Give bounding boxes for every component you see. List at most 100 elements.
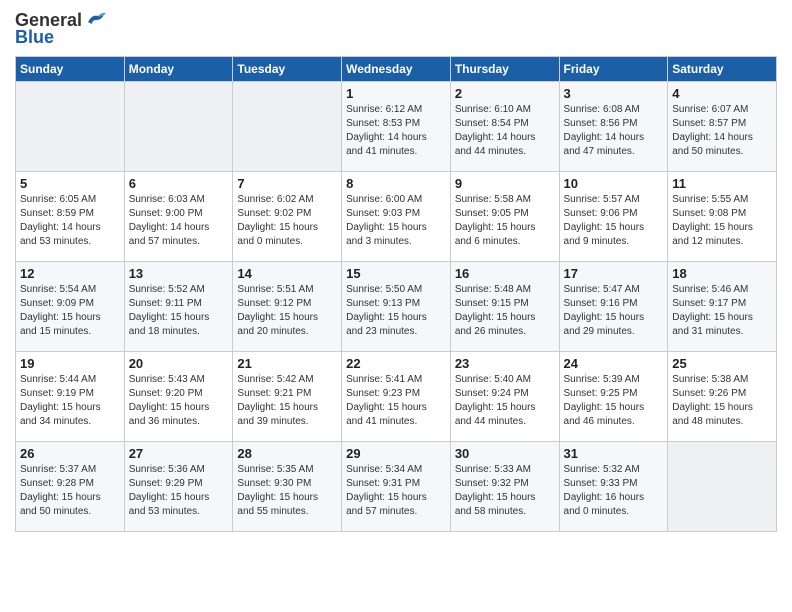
calendar-cell: 30Sunrise: 5:33 AM Sunset: 9:32 PM Dayli… — [450, 442, 559, 532]
logo-blue-text: Blue — [15, 27, 54, 48]
day-number: 25 — [672, 356, 772, 371]
day-number: 24 — [564, 356, 664, 371]
header-tuesday: Tuesday — [233, 57, 342, 82]
day-info: Sunrise: 6:10 AM Sunset: 8:54 PM Dayligh… — [455, 103, 555, 159]
day-info: Sunrise: 5:32 AM Sunset: 9:33 PM Dayligh… — [564, 463, 664, 519]
day-info: Sunrise: 5:40 AM Sunset: 9:24 PM Dayligh… — [455, 373, 555, 429]
header-thursday: Thursday — [450, 57, 559, 82]
calendar-cell — [16, 82, 125, 172]
day-number: 17 — [564, 266, 664, 281]
day-number: 3 — [564, 86, 664, 101]
calendar-cell — [233, 82, 342, 172]
week-row-2: 12 Sunrise: 5:54 AM Sunset: 9:09 PM Dayli… — [16, 262, 777, 352]
day-info: Sunrise: 5:48 AM Sunset: 9:15 PM Dayligh… — [455, 283, 555, 339]
header-friday: Friday — [559, 57, 668, 82]
day-number: 28 — [237, 446, 337, 461]
day-number: 11 — [672, 176, 772, 191]
day-number: 19 — [20, 356, 120, 371]
calendar-cell: 29 Sunrise: 5:34 AM Sunset: 9:31 PM Dayli… — [342, 442, 451, 532]
day-info: Sunrise: 5:50 AM Sunset: 9:13 PM Dayligh… — [346, 283, 446, 339]
header-saturday: Saturday — [668, 57, 777, 82]
header-row: SundayMondayTuesdayWednesdayThursdayFrid… — [16, 57, 777, 82]
day-info: Sunrise: 5:54 AM Sunset: 9:09 PM Dayligh… — [20, 283, 120, 339]
day-info: Sunrise: 5:33 AM Sunset: 9:32 PM Dayligh… — [455, 463, 555, 519]
calendar-cell: 16 Sunrise: 5:48 AM Sunset: 9:15 PM Dayli… — [450, 262, 559, 352]
header-sunday: Sunday — [16, 57, 125, 82]
week-row-4: 26 Sunrise: 5:37 AM Sunset: 9:28 PM Dayli… — [16, 442, 777, 532]
calendar-body: 1Sunrise: 6:12 AM Sunset: 8:53 PM Daylig… — [16, 82, 777, 532]
day-number: 9 — [455, 176, 555, 191]
logo: General Blue — [15, 10, 106, 48]
day-number: 12 — [20, 266, 120, 281]
day-number: 21 — [237, 356, 337, 371]
calendar-cell: 21 Sunrise: 5:42 AM Sunset: 9:21 PM Dayli… — [233, 352, 342, 442]
week-row-0: 1Sunrise: 6:12 AM Sunset: 8:53 PM Daylig… — [16, 82, 777, 172]
calendar-cell: 8 Sunrise: 6:00 AM Sunset: 9:03 PM Daylig… — [342, 172, 451, 262]
calendar-cell: 6 Sunrise: 6:03 AM Sunset: 9:00 PM Daylig… — [124, 172, 233, 262]
day-info: Sunrise: 5:41 AM Sunset: 9:23 PM Dayligh… — [346, 373, 446, 429]
day-info: Sunrise: 5:38 AM Sunset: 9:26 PM Dayligh… — [672, 373, 772, 429]
day-info: Sunrise: 5:43 AM Sunset: 9:20 PM Dayligh… — [129, 373, 229, 429]
logo-bird-icon — [84, 12, 106, 30]
day-number: 2 — [455, 86, 555, 101]
calendar-cell: 15 Sunrise: 5:50 AM Sunset: 9:13 PM Dayli… — [342, 262, 451, 352]
calendar-cell: 4 Sunrise: 6:07 AM Sunset: 8:57 PM Daylig… — [668, 82, 777, 172]
day-number: 23 — [455, 356, 555, 371]
calendar-cell: 1Sunrise: 6:12 AM Sunset: 8:53 PM Daylig… — [342, 82, 451, 172]
day-info: Sunrise: 6:12 AM Sunset: 8:53 PM Dayligh… — [346, 103, 446, 159]
day-number: 31 — [564, 446, 664, 461]
day-info: Sunrise: 5:39 AM Sunset: 9:25 PM Dayligh… — [564, 373, 664, 429]
day-info: Sunrise: 5:57 AM Sunset: 9:06 PM Dayligh… — [564, 193, 664, 249]
day-info: Sunrise: 6:03 AM Sunset: 9:00 PM Dayligh… — [129, 193, 229, 249]
day-number: 29 — [346, 446, 446, 461]
day-info: Sunrise: 6:08 AM Sunset: 8:56 PM Dayligh… — [564, 103, 664, 159]
day-number: 16 — [455, 266, 555, 281]
day-info: Sunrise: 5:35 AM Sunset: 9:30 PM Dayligh… — [237, 463, 337, 519]
day-number: 18 — [672, 266, 772, 281]
header: General Blue — [15, 10, 777, 48]
day-info: Sunrise: 6:05 AM Sunset: 8:59 PM Dayligh… — [20, 193, 120, 249]
calendar-cell: 19 Sunrise: 5:44 AM Sunset: 9:19 PM Dayli… — [16, 352, 125, 442]
day-number: 5 — [20, 176, 120, 191]
day-info: Sunrise: 5:44 AM Sunset: 9:19 PM Dayligh… — [20, 373, 120, 429]
calendar-cell: 7Sunrise: 6:02 AM Sunset: 9:02 PM Daylig… — [233, 172, 342, 262]
calendar-cell: 5 Sunrise: 6:05 AM Sunset: 8:59 PM Daylig… — [16, 172, 125, 262]
calendar-cell: 2 Sunrise: 6:10 AM Sunset: 8:54 PM Daylig… — [450, 82, 559, 172]
day-number: 22 — [346, 356, 446, 371]
calendar-cell: 3 Sunrise: 6:08 AM Sunset: 8:56 PM Daylig… — [559, 82, 668, 172]
calendar-cell: 12 Sunrise: 5:54 AM Sunset: 9:09 PM Dayli… — [16, 262, 125, 352]
day-info: Sunrise: 5:52 AM Sunset: 9:11 PM Dayligh… — [129, 283, 229, 339]
calendar-cell: 14 Sunrise: 5:51 AM Sunset: 9:12 PM Dayli… — [233, 262, 342, 352]
calendar-cell: 31 Sunrise: 5:32 AM Sunset: 9:33 PM Dayli… — [559, 442, 668, 532]
day-number: 13 — [129, 266, 229, 281]
day-info: Sunrise: 5:51 AM Sunset: 9:12 PM Dayligh… — [237, 283, 337, 339]
day-number: 4 — [672, 86, 772, 101]
day-number: 6 — [129, 176, 229, 191]
week-row-1: 5 Sunrise: 6:05 AM Sunset: 8:59 PM Daylig… — [16, 172, 777, 262]
day-number: 15 — [346, 266, 446, 281]
day-number: 8 — [346, 176, 446, 191]
day-info: Sunrise: 5:47 AM Sunset: 9:16 PM Dayligh… — [564, 283, 664, 339]
header-monday: Monday — [124, 57, 233, 82]
day-info: Sunrise: 5:46 AM Sunset: 9:17 PM Dayligh… — [672, 283, 772, 339]
day-info: Sunrise: 5:58 AM Sunset: 9:05 PM Dayligh… — [455, 193, 555, 249]
calendar-cell: 17 Sunrise: 5:47 AM Sunset: 9:16 PM Dayli… — [559, 262, 668, 352]
day-number: 10 — [564, 176, 664, 191]
calendar-cell: 26 Sunrise: 5:37 AM Sunset: 9:28 PM Dayli… — [16, 442, 125, 532]
week-row-3: 19 Sunrise: 5:44 AM Sunset: 9:19 PM Dayli… — [16, 352, 777, 442]
header-wednesday: Wednesday — [342, 57, 451, 82]
calendar-cell — [668, 442, 777, 532]
calendar-header: SundayMondayTuesdayWednesdayThursdayFrid… — [16, 57, 777, 82]
day-info: Sunrise: 5:36 AM Sunset: 9:29 PM Dayligh… — [129, 463, 229, 519]
day-info: Sunrise: 6:00 AM Sunset: 9:03 PM Dayligh… — [346, 193, 446, 249]
day-info: Sunrise: 5:34 AM Sunset: 9:31 PM Dayligh… — [346, 463, 446, 519]
day-info: Sunrise: 6:07 AM Sunset: 8:57 PM Dayligh… — [672, 103, 772, 159]
day-number: 27 — [129, 446, 229, 461]
calendar-table: SundayMondayTuesdayWednesdayThursdayFrid… — [15, 56, 777, 532]
day-info: Sunrise: 5:42 AM Sunset: 9:21 PM Dayligh… — [237, 373, 337, 429]
day-number: 14 — [237, 266, 337, 281]
day-number: 26 — [20, 446, 120, 461]
calendar-cell: 22 Sunrise: 5:41 AM Sunset: 9:23 PM Dayli… — [342, 352, 451, 442]
calendar-cell: 9 Sunrise: 5:58 AM Sunset: 9:05 PM Daylig… — [450, 172, 559, 262]
day-info: Sunrise: 5:37 AM Sunset: 9:28 PM Dayligh… — [20, 463, 120, 519]
